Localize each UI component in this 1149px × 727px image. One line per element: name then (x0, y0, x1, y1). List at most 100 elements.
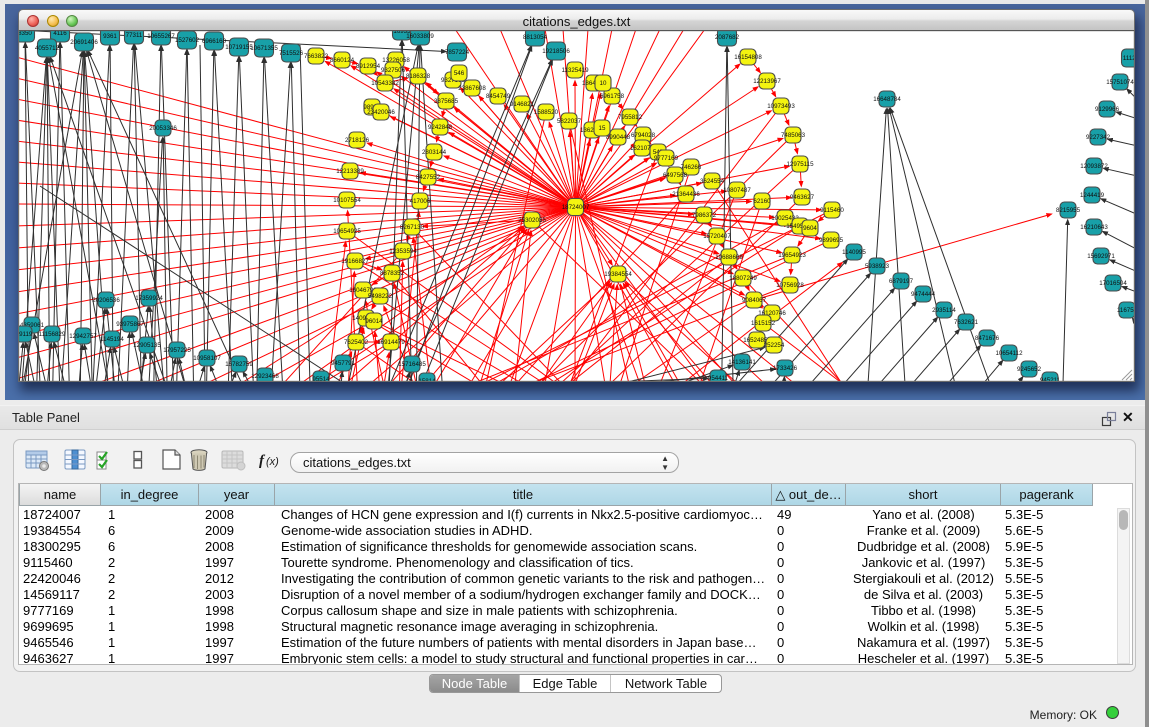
svg-text:7955812: 7955812 (618, 114, 643, 121)
svg-text:23420046: 23420046 (367, 109, 395, 116)
svg-text:20691406: 20691406 (70, 39, 98, 46)
svg-text:21364436: 21364436 (672, 191, 700, 198)
svg-text:96014: 96014 (365, 318, 383, 325)
svg-text:1527602: 1527602 (175, 37, 200, 44)
svg-text:16782759: 16782759 (225, 361, 253, 368)
svg-text:10654925: 10654925 (333, 228, 361, 235)
svg-text:9227342: 9227342 (1086, 134, 1111, 141)
svg-text:3624554: 3624554 (700, 178, 725, 185)
svg-text:7485063: 7485063 (781, 132, 806, 139)
svg-text:2935114: 2935114 (932, 307, 956, 314)
svg-text:12942757: 12942757 (69, 333, 97, 340)
svg-text:10655267: 10655267 (147, 33, 175, 40)
svg-text:11156829: 11156829 (39, 331, 66, 338)
svg-text:6879197: 6879197 (889, 278, 914, 285)
svg-text:7632621: 7632621 (954, 319, 979, 326)
svg-text:9115460: 9115460 (820, 207, 844, 214)
svg-text:9463627: 9463627 (790, 194, 815, 201)
svg-text:8186328: 8186328 (406, 73, 431, 80)
svg-text:7663822: 7663822 (304, 53, 329, 60)
svg-text:17016504: 17016504 (1099, 280, 1127, 287)
svg-text:10688609: 10688609 (715, 254, 743, 261)
svg-text:9474444: 9474444 (911, 291, 936, 298)
svg-text:9084067: 9084067 (742, 297, 767, 304)
svg-text:7625402: 7625402 (344, 339, 369, 346)
svg-text:15720407: 15720407 (703, 233, 731, 240)
svg-text:417006: 417006 (410, 198, 431, 205)
svg-text:5498222: 5498222 (368, 293, 393, 300)
svg-text:11325419: 11325419 (561, 67, 589, 74)
svg-text:f: f (259, 453, 266, 469)
svg-text:16648784: 16648784 (873, 96, 901, 103)
svg-text:62160: 62160 (753, 198, 771, 205)
svg-text:8813054: 8813054 (523, 34, 548, 41)
svg-text:10958107: 10958107 (193, 355, 221, 362)
svg-text:2803144: 2803144 (422, 149, 447, 156)
svg-text:25302035: 25302035 (518, 217, 546, 224)
svg-text:12213389: 12213389 (336, 168, 364, 175)
svg-text:9457791: 9457791 (331, 360, 356, 367)
svg-text:8454749: 8454749 (486, 93, 511, 100)
svg-text:1733426: 1733426 (773, 365, 798, 372)
svg-text:8912954: 8912954 (356, 63, 381, 70)
svg-text:18807249: 18807249 (729, 275, 757, 282)
svg-text:20206536: 20206536 (92, 297, 120, 304)
svg-text:18724007: 18724007 (562, 204, 590, 211)
svg-text:252254: 252254 (764, 342, 785, 349)
svg-text:23867608: 23867608 (458, 85, 486, 92)
svg-text:10807487: 10807487 (723, 187, 751, 194)
svg-text:10973493: 10973493 (767, 103, 795, 110)
svg-text:93975867: 93975867 (116, 321, 144, 328)
svg-text:5822037: 5822037 (557, 118, 582, 125)
svg-text:19166827: 19166827 (341, 258, 369, 265)
svg-text:1140995: 1140995 (842, 249, 866, 256)
svg-text:6966160: 6966160 (202, 38, 227, 45)
svg-text:116753: 116753 (1117, 307, 1135, 314)
svg-text:1145194: 1145194 (100, 336, 124, 343)
svg-text:1615152: 1615152 (751, 320, 776, 327)
svg-text:39119: 39119 (18, 331, 33, 338)
svg-text:746266: 746266 (681, 164, 702, 171)
svg-text:19384554: 19384554 (604, 271, 632, 278)
svg-text:9899695: 9899695 (819, 237, 844, 244)
svg-text:8878352: 8878352 (380, 270, 405, 277)
svg-text:10756928: 10756928 (776, 282, 804, 289)
svg-text:10654112: 10654112 (995, 350, 1023, 357)
svg-text:11124: 11124 (1123, 55, 1135, 62)
svg-text:12923468: 12923468 (251, 373, 279, 380)
svg-text:546: 546 (454, 70, 465, 77)
svg-text:2087682: 2087682 (715, 34, 740, 41)
svg-text:7857224: 7857224 (445, 49, 470, 56)
svg-text:6961758: 6961758 (600, 93, 625, 100)
svg-text:10671355: 10671355 (250, 45, 278, 52)
svg-text:17957225: 17957225 (163, 347, 191, 354)
svg-text:16914479: 16914479 (377, 339, 405, 346)
svg-text:9604: 9604 (803, 225, 817, 232)
svg-text:12905135: 12905135 (133, 342, 161, 349)
svg-text:8660124: 8660124 (330, 57, 355, 64)
svg-text:9242848: 9242848 (428, 124, 453, 131)
svg-text:8267130: 8267130 (400, 224, 425, 231)
svg-text:16154808: 16154808 (734, 54, 762, 61)
svg-text:10107554: 10107554 (333, 197, 361, 204)
svg-text:10: 10 (600, 80, 607, 87)
svg-text:9361: 9361 (103, 33, 117, 40)
svg-text:15692971: 15692971 (1087, 253, 1115, 260)
svg-text:4116: 4116 (53, 31, 67, 37)
svg-text:12093872: 12093872 (1080, 163, 1108, 170)
svg-text:8427552: 8427552 (416, 174, 441, 181)
svg-text:12213967: 12213967 (753, 78, 781, 85)
svg-text:12353594: 12353594 (389, 248, 417, 255)
svg-text:6497568: 6497568 (663, 172, 688, 179)
svg-text:8471676: 8471676 (975, 335, 1000, 342)
svg-text:1588520: 1588520 (534, 109, 559, 116)
svg-text:4055712: 4055712 (35, 45, 60, 52)
svg-text:19218506: 19218506 (542, 48, 570, 55)
svg-text:(x): (x) (266, 456, 279, 468)
svg-text:12975115: 12975115 (786, 161, 814, 168)
svg-text:14136141: 14136141 (728, 359, 756, 366)
svg-text:15751074: 15751074 (1106, 79, 1134, 86)
svg-text:3875685: 3875685 (434, 98, 459, 105)
svg-text:9327506: 9327506 (381, 67, 406, 74)
svg-text:10543382: 10543382 (371, 80, 399, 87)
